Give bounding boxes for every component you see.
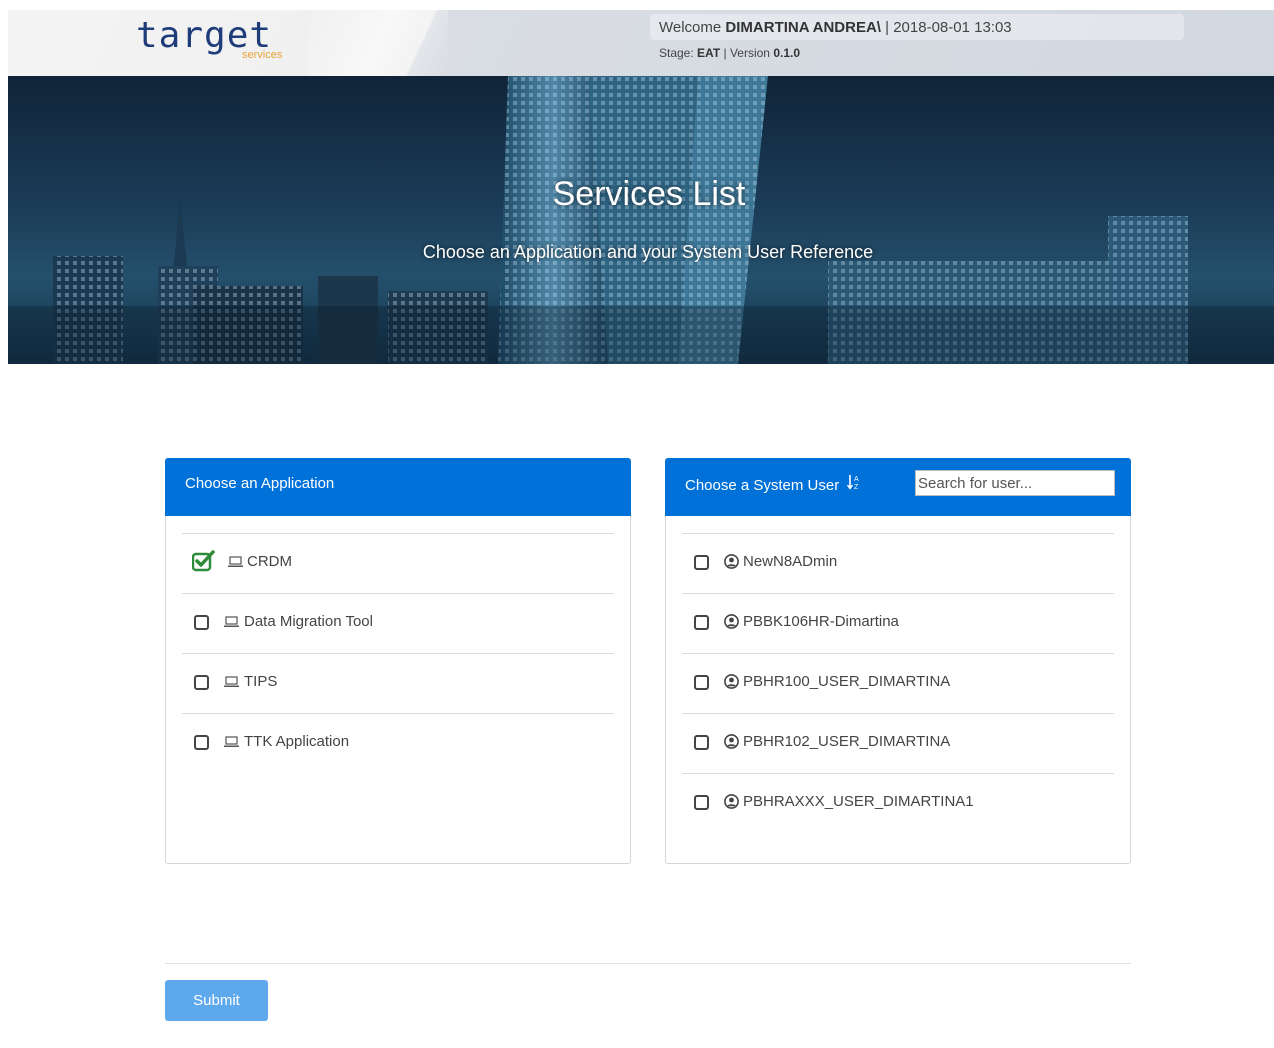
login-datetime: | 2018-08-01 13:03 (885, 19, 1012, 36)
system-users-panel: Choose a System User A Z NewN8ADmin (665, 458, 1131, 864)
user-search-input[interactable] (915, 470, 1115, 496)
checkbox[interactable] (694, 795, 709, 810)
user-circle-icon (724, 554, 739, 569)
header-stripe (308, 10, 448, 76)
user-circle-icon (724, 734, 739, 749)
laptop-icon (228, 556, 243, 567)
user-circle-icon (724, 614, 739, 629)
application-label: Data Migration Tool (244, 613, 373, 630)
application-row-tips[interactable]: TIPS (182, 653, 614, 713)
user-circle-icon (724, 794, 739, 809)
application-label: CRDM (247, 553, 292, 570)
svg-text:Z: Z (854, 484, 859, 490)
user-circle-icon (724, 674, 739, 689)
checkbox[interactable] (194, 735, 209, 750)
application-label: TTK Application (244, 733, 350, 750)
user-label: PBHR102_USER_DIMARTINA (743, 733, 951, 750)
page: target services Welcome DIMARTINA ANDREA… (8, 10, 1274, 1048)
city-skyline-image (8, 76, 1274, 364)
user-row[interactable]: PBHR100_USER_DIMARTINA (682, 653, 1114, 713)
system-users-panel-title: Choose a System User A Z (685, 474, 861, 496)
user-label: PBHR100_USER_DIMARTINA (743, 673, 951, 690)
svg-text:A: A (854, 476, 859, 483)
checkbox[interactable] (194, 615, 209, 630)
applications-panel-header: Choose an Application (165, 458, 631, 516)
page-subtitle: Choose an Application and your System Us… (422, 242, 874, 262)
checkbox[interactable] (694, 555, 709, 570)
checkbox[interactable] (694, 675, 709, 690)
stage-version: Stage: EAT | Version 0.1.0 (659, 45, 800, 61)
laptop-icon (224, 736, 239, 747)
application-label: TIPS (244, 673, 278, 690)
application-row-ttk-application[interactable]: TTK Application (182, 713, 614, 773)
sort-alpha-icon[interactable]: A Z (847, 474, 861, 490)
checkbox[interactable] (694, 735, 709, 750)
user-label: PBBK106HR-Dimartina (743, 613, 899, 630)
user-name: DIMARTINA ANDREA\ (725, 19, 881, 36)
version-value: 0.1.0 (773, 46, 801, 60)
page-title: Services List (552, 175, 746, 213)
version-label: | Version (723, 46, 770, 60)
application-row-crdm[interactable]: CRDM (182, 533, 614, 593)
user-row[interactable]: PBHRAXXX_USER_DIMARTINA1 (682, 773, 1114, 833)
applications-panel: Choose an Application CRDM Data Migratio… (165, 458, 631, 864)
system-users-title-text: Choose a System User (685, 477, 840, 494)
stage-label: Stage: (659, 46, 694, 60)
system-users-panel-header: Choose a System User A Z (665, 458, 1131, 516)
system-users-list: NewN8ADmin PBBK106HR-Dimartina PBHR100_U… (682, 533, 1114, 833)
logo-subtext: services (242, 49, 283, 61)
applications-panel-title: Choose an Application (185, 475, 335, 492)
hero-banner: Services List Choose an Application and … (8, 76, 1274, 364)
stage-value: EAT (697, 46, 721, 60)
user-label: NewN8ADmin (743, 553, 838, 570)
top-header: target services Welcome DIMARTINA ANDREA… (8, 10, 1274, 76)
target-services-logo: target services (136, 16, 316, 66)
application-row-data-migration-tool[interactable]: Data Migration Tool (182, 593, 614, 653)
checkbox[interactable] (194, 675, 209, 690)
submit-button[interactable]: Submit (165, 980, 268, 1021)
user-row[interactable]: PBBK106HR-Dimartina (682, 593, 1114, 653)
checkbox[interactable] (694, 615, 709, 630)
user-label: PBHRAXXX_USER_DIMARTINA1 (743, 793, 974, 810)
laptop-icon (224, 676, 239, 687)
welcome-prefix: Welcome (659, 19, 722, 36)
user-row[interactable]: PBHR102_USER_DIMARTINA (682, 713, 1114, 773)
footer-divider (165, 963, 1131, 964)
applications-list: CRDM Data Migration Tool TIPS TTK Applic… (182, 533, 614, 773)
welcome-text: Welcome DIMARTINA ANDREA\ | 2018-08-01 1… (659, 18, 1012, 38)
checked-checkbox-icon[interactable] (192, 550, 216, 572)
user-row[interactable]: NewN8ADmin (682, 533, 1114, 593)
laptop-icon (224, 616, 239, 627)
